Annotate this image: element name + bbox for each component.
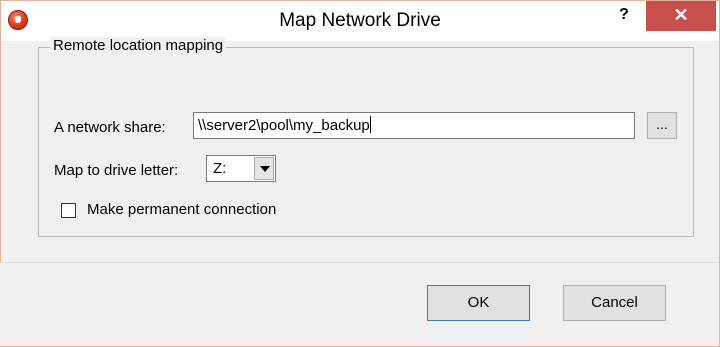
network-share-value: \\server2\pool\my_backup [198,117,370,134]
drive-letter-label: Map to drive letter: [54,162,179,179]
chevron-down-icon[interactable] [254,157,274,180]
browse-button[interactable]: ... [647,112,677,139]
cancel-button[interactable]: Cancel [563,285,666,321]
ok-button[interactable]: OK [427,285,530,321]
close-button[interactable]: ✕ [646,1,716,31]
drive-letter-select[interactable]: Z: [206,155,276,182]
close-icon: ✕ [673,5,689,25]
help-button[interactable]: ? [605,1,643,31]
permanent-connection-label[interactable]: Make permanent connection [87,200,276,220]
group-label: Remote location mapping [50,37,227,55]
text-caret [369,116,371,133]
network-share-label: A network share: [54,119,166,136]
title-bar[interactable]: Map Network Drive ? ✕ [1,1,719,41]
drive-letter-value: Z: [213,160,227,177]
permanent-connection-checkbox[interactable] [61,203,76,218]
network-share-input[interactable]: \\server2\pool\my_backup [193,112,635,139]
